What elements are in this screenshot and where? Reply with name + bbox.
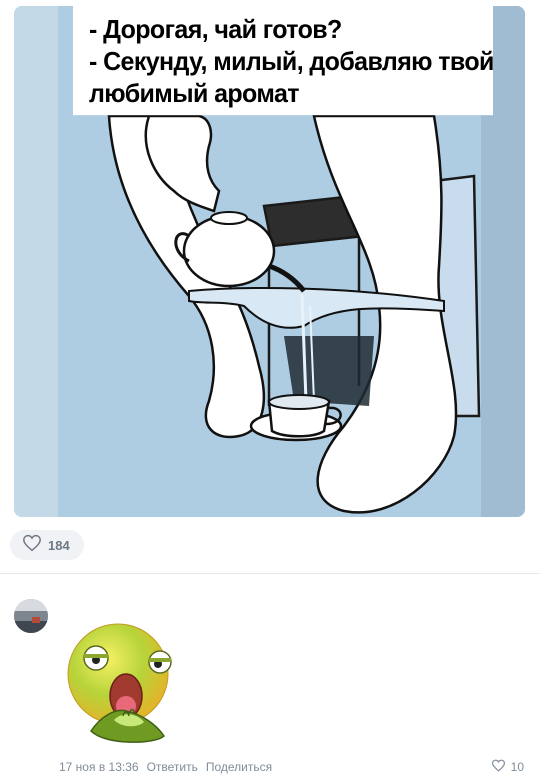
divider [0, 573, 540, 574]
caption-line: - Дорогая, чай готов? [89, 15, 342, 45]
post-like-button[interactable]: 184 [10, 530, 84, 560]
comment-like-count: 10 [510, 760, 524, 774]
reply-link[interactable]: Ответить [147, 760, 198, 774]
caption-line: - Секунду, милый, добавляю твой [89, 47, 494, 77]
share-link[interactable]: Поделиться [206, 760, 272, 774]
comment-date[interactable]: 17 ноя в 13:36 [59, 760, 139, 774]
post-image[interactable]: - Дорогая, чай готов? - Секунду, милый, … [14, 6, 525, 517]
heart-icon [22, 534, 42, 557]
comment-like-button[interactable]: 10 [491, 759, 524, 775]
vomiting-smiley-sticker [66, 616, 176, 750]
heart-icon [491, 759, 506, 775]
caption-line: любимый аромат [89, 79, 300, 108]
comment-meta: 17 ноя в 13:36 Ответить Поделиться [59, 760, 272, 774]
user-avatar[interactable] [14, 599, 48, 633]
post-caption: - Дорогая, чай готов? - Секунду, милый, … [73, 6, 494, 116]
post-like-count: 184 [48, 537, 70, 553]
